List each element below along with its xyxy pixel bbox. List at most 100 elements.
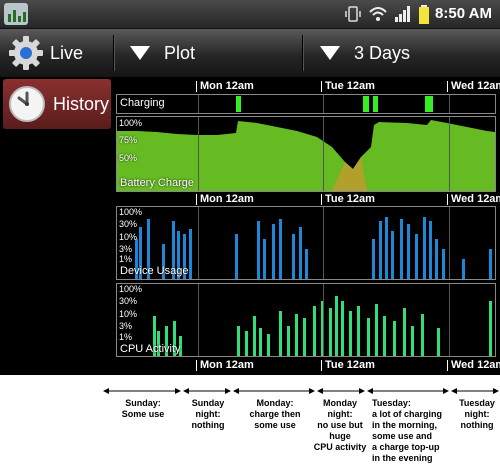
usage-tick-3: 3% xyxy=(119,244,133,254)
clock-icon xyxy=(9,86,45,122)
plot-label: Plot xyxy=(164,42,196,63)
annotation-tuesday: Tuesday: a lot of charging in the morning,… xyxy=(372,398,443,463)
time-axis-2: Mon 12am Tue 12am Wed 12am xyxy=(116,193,500,207)
activity-bar xyxy=(372,239,375,279)
history-label: History xyxy=(53,93,110,114)
annotation-tuesday-night: Tuesday night: nothing xyxy=(459,398,495,430)
battery-panel: 100% 75% 50% Battery Charge xyxy=(116,116,496,192)
activity-bar xyxy=(267,334,270,356)
activity-bar xyxy=(435,239,438,279)
activity-bar xyxy=(383,316,386,356)
activity-bar xyxy=(407,224,410,279)
activity-bar xyxy=(253,316,256,356)
activity-bar xyxy=(237,326,240,356)
activity-bar xyxy=(263,239,266,279)
annotation-sunday: Sunday: Some use xyxy=(121,398,165,419)
activity-bar xyxy=(257,221,260,279)
activity-bar xyxy=(385,217,388,279)
annotations: Sunday: Some use Sunday night: nothing Mond… xyxy=(0,375,500,463)
annotation-monday: Monday: charge then some use xyxy=(249,398,301,430)
activity-bar xyxy=(335,296,338,356)
activity-bar xyxy=(421,314,424,356)
range-label: 3 Days xyxy=(354,42,411,63)
activity-bar xyxy=(303,318,306,356)
battery-tick-100: 100% xyxy=(119,118,143,128)
gear-icon xyxy=(9,36,43,70)
usage-tick-10: 10% xyxy=(119,232,138,242)
activity-bar xyxy=(245,331,248,356)
time-axis-top: Mon 12am Tue 12am Wed 12am xyxy=(116,80,500,94)
live-label: Live xyxy=(50,42,84,63)
activity-bar xyxy=(299,227,302,279)
activity-bar xyxy=(272,224,275,279)
battery-tick-75: 75% xyxy=(119,135,138,145)
live-button[interactable]: Live xyxy=(8,29,112,77)
activity-bar xyxy=(489,301,492,356)
cpu-tick-3: 3% xyxy=(119,321,133,331)
activity-bar xyxy=(259,328,262,356)
cpu-label: CPU Activity xyxy=(120,343,181,355)
status-bar: 8:50 AM xyxy=(0,0,500,29)
axis-label-mon: Mon 12am xyxy=(196,359,254,371)
activity-bar xyxy=(403,308,406,356)
dropdown-triangle-icon xyxy=(320,46,340,60)
time-axis-bottom: Mon 12am Tue 12am Wed 12am xyxy=(116,359,500,373)
usage-tick-1: 1% xyxy=(119,254,133,264)
activity-bar xyxy=(279,311,282,356)
activity-bar xyxy=(442,249,445,279)
usage-panel: 100% 30% 10% 3% 1% Device Usage xyxy=(116,206,496,280)
activity-bar xyxy=(313,306,316,356)
activity-bar xyxy=(400,219,403,279)
activity-bar xyxy=(341,301,344,356)
charging-panel: Charging xyxy=(116,94,496,114)
axis-label-wed: Wed 12am xyxy=(446,359,500,371)
activity-bar xyxy=(349,311,352,356)
toolbar: Live Plot 3 Days xyxy=(0,29,500,77)
battery-app-icon xyxy=(4,3,28,25)
plot-dropdown[interactable]: Plot xyxy=(130,29,300,77)
cpu-tick-30: 30% xyxy=(119,296,138,306)
vibrate-icon xyxy=(345,6,361,22)
activity-bar xyxy=(423,217,426,279)
activity-bar xyxy=(292,234,295,279)
activity-bar xyxy=(295,314,298,356)
axis-label-tue: Tue 12am xyxy=(321,193,375,205)
charging-segment xyxy=(363,96,369,112)
cpu-tick-10: 10% xyxy=(119,309,138,319)
activity-bar xyxy=(189,229,192,279)
battery-tick-50: 50% xyxy=(119,153,138,163)
range-dropdown[interactable]: 3 Days xyxy=(320,29,490,77)
axis-label-mon: Mon 12am xyxy=(196,193,254,205)
usage-tick-100: 100% xyxy=(119,207,143,217)
battery-label: Battery Charge xyxy=(120,177,194,189)
activity-bar xyxy=(437,328,440,356)
charging-segment xyxy=(373,96,378,112)
activity-bar xyxy=(411,326,414,356)
annotation-monday-night: Monday night: no use but huge CPU activity xyxy=(313,398,367,452)
activity-bar xyxy=(375,304,378,356)
cpu-tick-100: 100% xyxy=(119,284,143,294)
wifi-icon xyxy=(369,7,387,21)
activity-bar xyxy=(462,259,465,279)
charging-segment xyxy=(236,96,241,112)
activity-bar xyxy=(357,306,360,356)
activity-bar xyxy=(367,318,370,356)
activity-bar xyxy=(415,234,418,279)
history-button[interactable]: History xyxy=(3,79,111,129)
activity-bar xyxy=(379,221,382,279)
activity-bar xyxy=(429,221,432,279)
cpu-panel: 100% 30% 10% 3% 1% CPU Activity xyxy=(116,283,496,357)
phone-screen: 8:50 AM Live Plot 3 Days History Mon 12a… xyxy=(0,0,500,375)
axis-label-tue: Tue 12am xyxy=(321,80,375,92)
axis-label-mon: Mon 12am xyxy=(196,80,254,92)
activity-bar xyxy=(489,249,492,279)
activity-bar xyxy=(329,308,332,356)
activity-bar xyxy=(235,234,238,279)
activity-bar xyxy=(305,249,308,279)
battery-icon xyxy=(419,5,429,24)
signal-icon xyxy=(395,6,410,22)
charging-segment xyxy=(425,96,433,112)
activity-bar xyxy=(393,321,396,356)
status-clock: 8:50 AM xyxy=(435,5,492,22)
activity-bar xyxy=(391,231,394,279)
